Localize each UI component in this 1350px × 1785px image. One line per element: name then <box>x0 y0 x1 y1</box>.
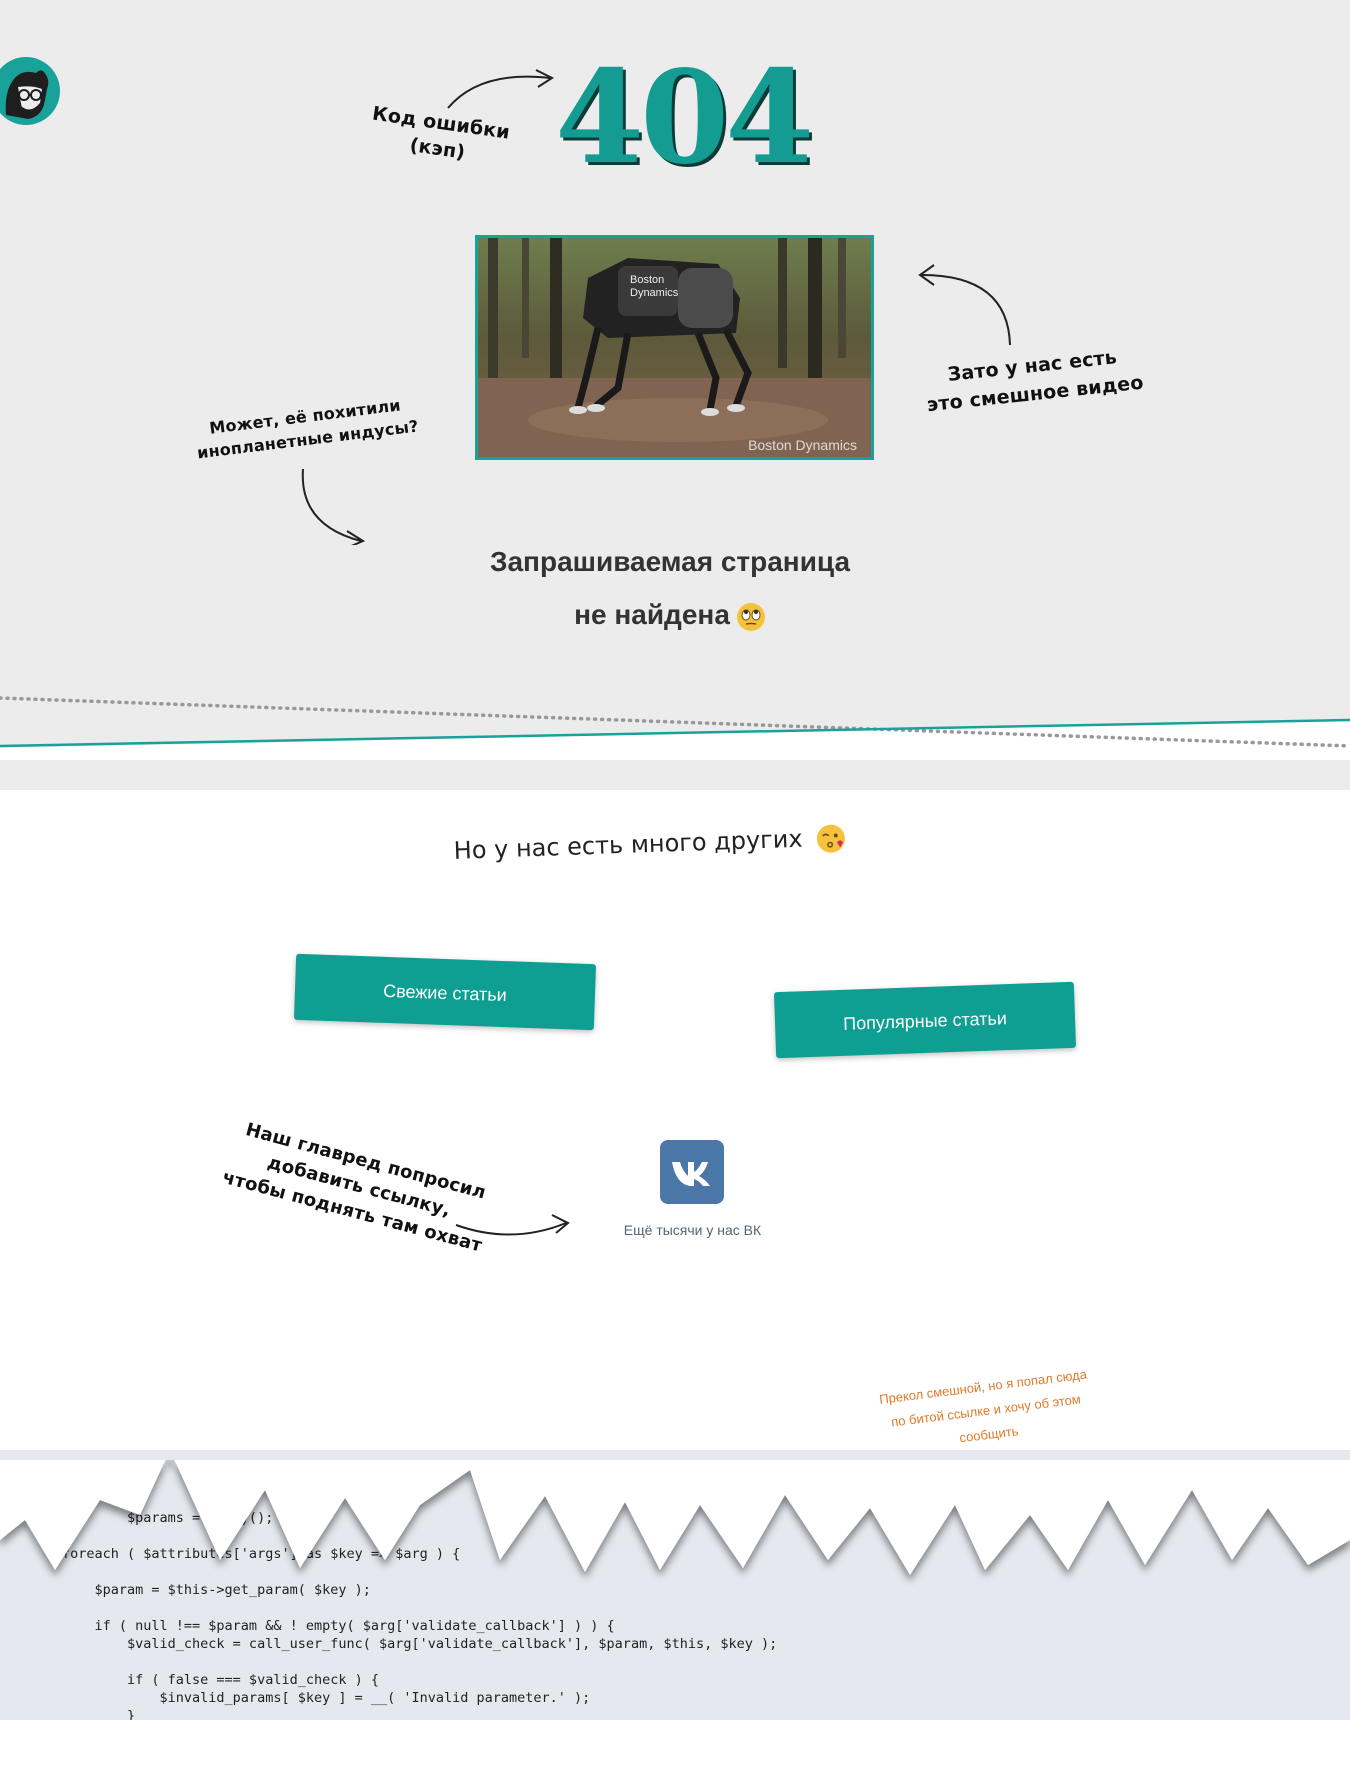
note-aliens: Может, её похитили инопланетные индусы? <box>196 395 420 463</box>
code-line: if ( false === $valid_check ) { <box>62 1672 379 1688</box>
video-thumbnail[interactable]: Boston Dynamics Boston Dynamics <box>475 235 874 460</box>
vk-icon[interactable] <box>660 1140 724 1204</box>
hero-section: Код ошибки (кэп) 404 Boston Dynamics Bos… <box>0 0 1350 745</box>
code-line: $invalid_params[ $key ] = __( 'Invalid p… <box>62 1690 591 1706</box>
torn-paper-edge <box>0 1460 1350 1575</box>
code-line: $valid_check = call_user_func( $arg['val… <box>62 1636 778 1652</box>
svg-text:Dynamics: Dynamics <box>630 287 679 299</box>
eye-roll-emoji-icon <box>736 603 765 631</box>
fresh-articles-button[interactable]: Свежие статьи <box>293 953 597 1031</box>
code-line: } <box>62 1708 136 1720</box>
error-code-404: 404 <box>555 43 814 193</box>
code-line: if ( null !== $param && ! empty( $arg['v… <box>62 1618 615 1634</box>
arrow-icon <box>301 468 366 545</box>
not-found-line2: не найдена <box>574 599 730 630</box>
vk-caption-link[interactable]: Ещё тысячи у нас ВК <box>560 1222 825 1238</box>
video-watermark: Boston Dynamics <box>748 437 857 453</box>
not-found-message: Запрашиваемая страница не найдена <box>440 535 900 641</box>
not-found-line1: Запрашиваемая страница <box>489 546 851 577</box>
popular-articles-button[interactable]: Популярные статьи <box>773 981 1077 1059</box>
arrow-icon <box>455 1214 570 1236</box>
arrow-icon <box>447 69 555 109</box>
note-funny-video: Зато у нас есть это смешное видео <box>925 346 1145 417</box>
section-divider <box>0 696 1350 760</box>
video-badge: Boston <box>630 274 664 286</box>
avatar-logo-icon[interactable] <box>0 57 60 125</box>
kiss-emoji-icon <box>817 824 846 853</box>
arrow-icon <box>918 264 1011 346</box>
